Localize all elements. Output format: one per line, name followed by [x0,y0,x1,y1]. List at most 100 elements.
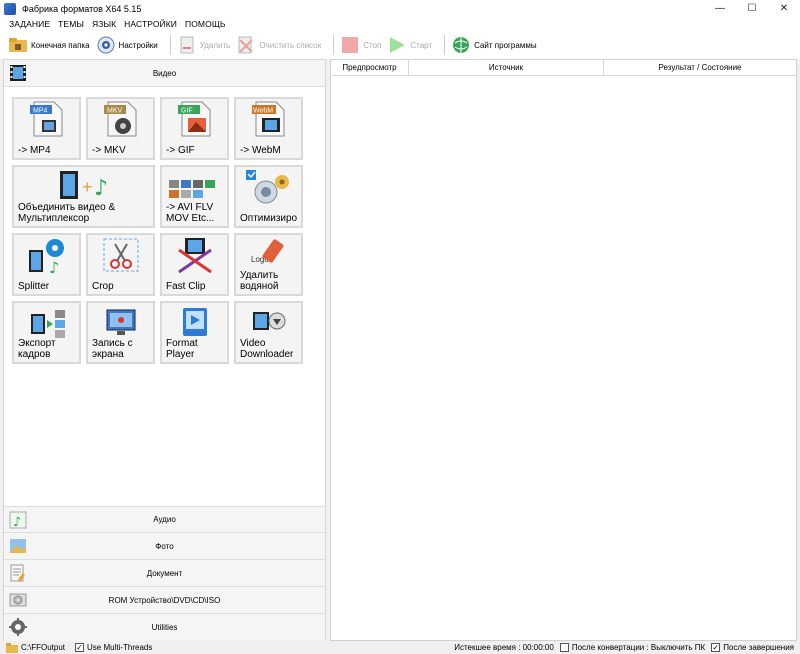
menu-settings[interactable]: НАСТРОЙКИ [124,19,177,29]
category-panel: Видео MP4 -> MP4 MKV -> MKV GIF -> GIF W… [3,59,326,641]
splitter-icon: ♪ [27,236,67,279]
after-convert-checkbox[interactable] [559,643,569,652]
output-path-area[interactable]: C:\FFOutput [6,642,66,653]
tile-fast-clip[interactable]: Fast Clip [160,233,229,296]
tile-label: Объединить видео & Мультиплексор [18,202,116,224]
tile-label: -> MKV [92,145,126,156]
tile-screen-record[interactable]: Запись с экрана [86,301,155,364]
tile-label: Splitter [18,281,50,292]
category-audio[interactable]: ♪ Аудио [4,506,325,533]
webm-file-icon: WebM [250,100,288,143]
toolbar-divider [169,35,171,55]
tile-label: Экспорт кадров [18,338,56,360]
settings-label: Настройки [118,40,158,50]
delete-button[interactable]: Удалить [177,33,231,57]
output-folder-label: Конечная папка [31,40,90,50]
column-preview[interactable]: Предпросмотр [331,60,409,75]
title-bar: Фабрика форматов X64 5.15 — ☐ ✕ [0,0,800,17]
tile-format-player[interactable]: Format Player [160,301,229,364]
close-button[interactable]: ✕ [768,0,800,17]
menu-bar: ЗАДАНИЕ ТЕМЫ ЯЗЫК НАСТРОЙКИ ПОМОЩЬ [0,17,800,31]
svg-text:GIF: GIF [181,107,193,114]
clear-list-icon [236,35,256,55]
gif-file-icon: GIF [176,100,214,143]
clear-list-label: Очистить список [259,40,322,50]
category-video-label: Видео [152,68,177,78]
svg-text:♪: ♪ [13,515,21,529]
menu-themes[interactable]: ТЕМЫ [58,19,84,29]
tile-crop[interactable]: Crop [86,233,155,296]
svg-text:MP4: MP4 [33,107,48,114]
tile-label: -> WebM [240,145,281,156]
delete-label: Удалить [199,40,231,50]
folder-icon [6,642,18,653]
music-note-icon: ♪ [8,510,28,530]
maximize-button[interactable]: ☐ [736,0,768,17]
tile-to-webm[interactable]: WebM -> WebM [234,97,303,160]
status-bar: C:\FFOutput ✓ Use Multi-Threads Истекшее… [0,641,800,654]
settings-button[interactable]: Настройки [96,33,158,57]
after-convert-label: После конвертации : Выключить ПК [571,643,706,652]
fast-clip-icon [175,236,215,279]
tile-optimize[interactable]: Оптимизиро [234,165,303,228]
tile-other-formats[interactable]: -> AVI FLV MOV Etc... [160,165,229,228]
svg-text:♪: ♪ [94,176,108,201]
column-source[interactable]: Источник [409,60,604,75]
settings-icon [96,35,116,55]
globe-icon [451,35,471,55]
category-video[interactable]: Видео [4,60,325,87]
tile-to-gif[interactable]: GIF -> GIF [160,97,229,160]
category-utilities[interactable]: Utilities [4,614,325,641]
menu-help[interactable]: ПОМОЩЬ [185,19,226,29]
task-table-header: Предпросмотр Источник Результат / Состоя… [331,60,796,76]
category-photo-label: Фото [155,541,174,551]
after-done-checkbox[interactable]: ✓ [711,643,721,652]
category-document[interactable]: Документ [4,560,325,587]
folder-icon [8,35,28,55]
tile-splitter[interactable]: ♪ Splitter [12,233,81,296]
stop-icon [340,35,360,55]
website-button[interactable]: Сайт программы [451,33,537,57]
minimize-button[interactable]: — [704,0,736,17]
tile-to-mp4[interactable]: MP4 -> MP4 [12,97,81,160]
tile-to-mkv[interactable]: MKV -> MKV [86,97,155,160]
elapsed-time: Истекшее время : 00:00:00 [454,643,554,652]
tile-export-frames[interactable]: Экспорт кадров [12,301,81,364]
tile-label: -> MP4 [18,145,51,156]
category-photo[interactable]: Фото [4,533,325,560]
stop-button[interactable]: Стоп [340,33,381,57]
category-audio-label: Аудио [153,515,176,524]
mp4-file-icon: MP4 [28,100,66,143]
category-rom-label: ROM Устройство\DVD\CD\ISO [108,595,221,605]
output-folder-button[interactable]: Конечная папка [8,33,90,57]
svg-text:MKV: MKV [107,107,123,114]
multithreads-checkbox[interactable]: ✓ [75,643,85,652]
toolbar: Конечная папка Настройки Удалить Очистит… [0,31,800,59]
tile-remove-watermark[interactable]: Logo Удалить водяной [234,233,303,296]
tile-label: Video Downloader [240,338,294,360]
stop-label: Стоп [363,40,382,50]
tile-label: -> GIF [166,145,195,156]
film-icon [8,63,28,83]
menu-language[interactable]: ЯЗЫК [92,19,116,29]
tile-label: Crop [92,281,114,292]
column-result-status[interactable]: Результат / Состояние [604,60,796,75]
photo-icon [8,536,28,556]
toolbar-divider [333,35,335,55]
disc-icon [8,590,28,610]
app-logo-icon [4,2,16,15]
mkv-file-icon: MKV [102,100,140,143]
tile-merge-video[interactable]: + ♪ Объединить видео & Мультиплексор [12,165,155,228]
tile-label: Запись с экрана [92,338,133,360]
toolbar-divider [444,35,446,55]
output-path: C:\FFOutput [21,643,66,652]
start-button[interactable]: Старт [387,33,432,57]
delete-file-icon [177,35,197,55]
tile-video-downloader[interactable]: Video Downloader [234,301,303,364]
window-title: Фабрика форматов X64 5.15 [22,3,142,14]
category-rom[interactable]: ROM Устройство\DVD\CD\ISO [4,587,325,614]
website-label: Сайт программы [474,40,537,50]
tile-label: Format Player [166,338,198,360]
clear-list-button[interactable]: Очистить список [236,33,321,57]
menu-task[interactable]: ЗАДАНИЕ [9,19,50,29]
